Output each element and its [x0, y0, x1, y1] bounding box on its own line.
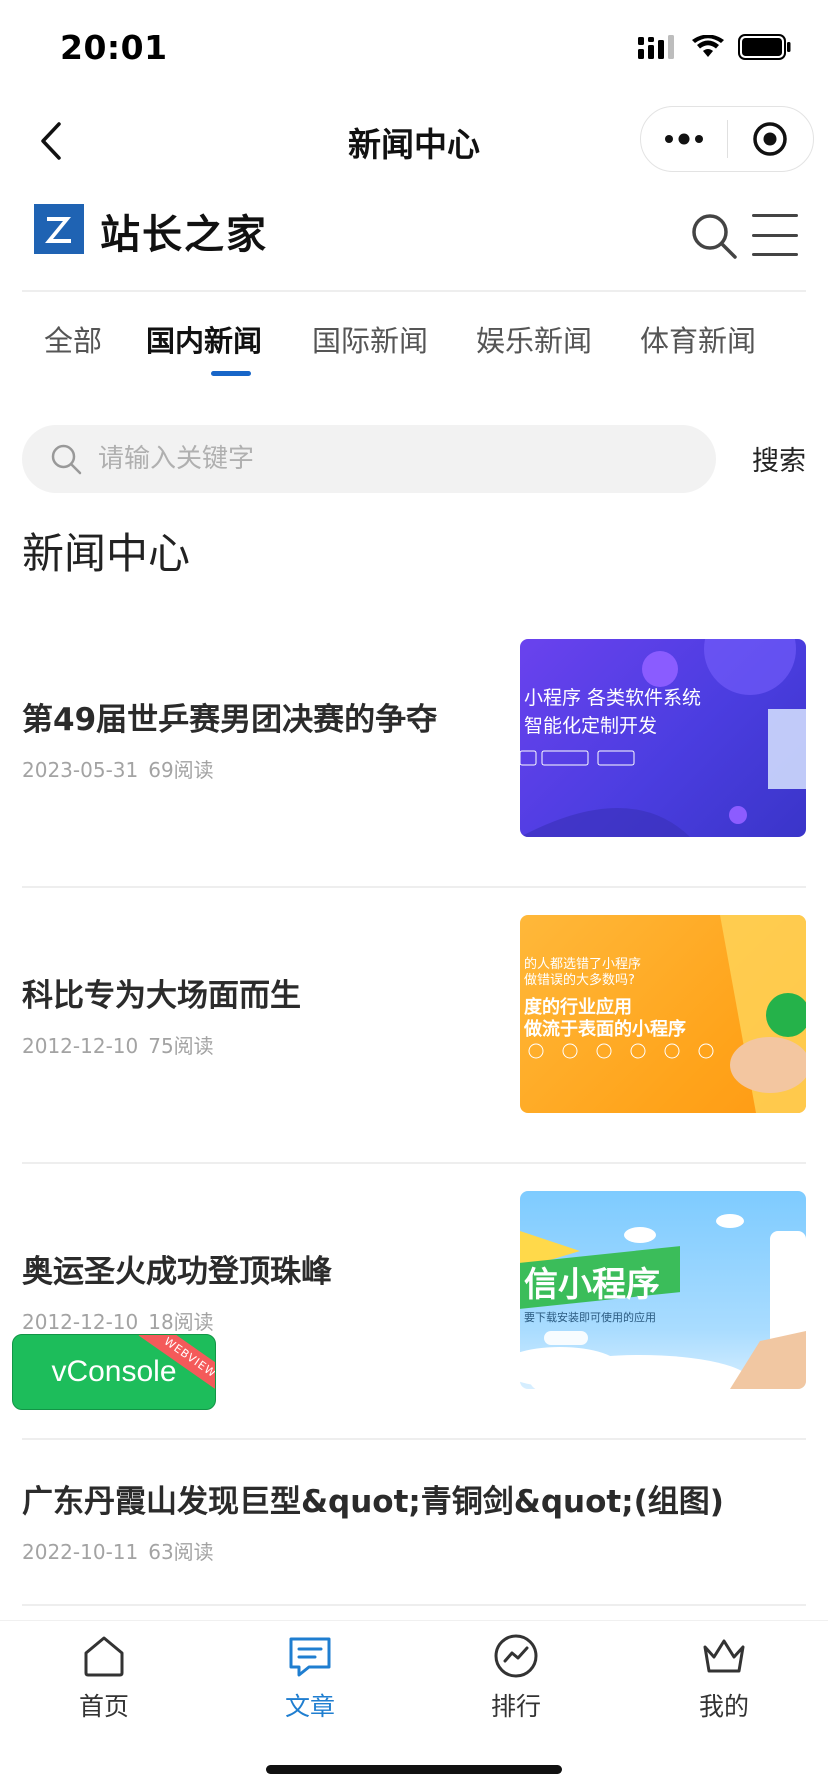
site-logo-icon[interactable] [34, 204, 84, 254]
mini-program-capsule [640, 106, 814, 172]
site-logo-text[interactable]: 站长之家 [100, 202, 268, 260]
news-meta: 2023-05-31 69阅读 [22, 754, 214, 783]
status-bar: 20:01 [0, 0, 828, 100]
thumbnail-text: 小程序 各类软件系统 [524, 687, 702, 709]
tabbar-article[interactable]: 文章 [250, 1631, 370, 1731]
category-tabs: 全部 国内新闻 国际新闻 娱乐新闻 体育新闻 [22, 312, 806, 382]
news-thumbnail[interactable]: 小程序 各类软件系统 智能化定制开发 [520, 639, 806, 837]
menu-line [752, 233, 798, 237]
tabbar-ranking[interactable]: 排行 [456, 1631, 576, 1731]
news-title[interactable]: 奥运圣火成功登顶珠峰 [22, 1246, 332, 1291]
search-row: 搜索 [22, 425, 806, 495]
signal-icon [638, 35, 674, 59]
battery-icon [738, 34, 791, 60]
thumbnail-text: 要下载安装即可使用的应用 [524, 1311, 656, 1324]
news-item[interactable]: 广东丹霞山发现巨型&quot;青铜剑&quot;(组图) 2022-10-11 6… [22, 1440, 806, 1606]
crown-icon [703, 1639, 745, 1673]
news-date: 2012-12-10 [22, 1310, 139, 1334]
wifi-icon [692, 35, 724, 57]
news-item[interactable]: 科比专为大场面而生 2012-12-10 75阅读 的人都选错了小程序 做错误的大… [22, 888, 806, 1164]
ranking-icon [494, 1634, 538, 1678]
more-button[interactable] [641, 107, 727, 171]
news-thumbnail[interactable]: 信小程序 要下载安装即可使用的应用 [520, 1191, 806, 1389]
news-meta: 2022-10-11 63阅读 [22, 1536, 214, 1565]
search-box [22, 425, 716, 493]
tab-all[interactable]: 全部 [44, 318, 102, 360]
menu-icon[interactable] [752, 214, 798, 256]
news-title[interactable]: 广东丹霞山发现巨型&quot;青铜剑&quot;(组图) [22, 1476, 724, 1521]
header-search-button[interactable] [690, 212, 738, 260]
thumbnail-text: 信小程序 [524, 1265, 660, 1305]
search-input[interactable] [98, 444, 658, 474]
news-date: 2022-10-11 [22, 1540, 139, 1564]
search-button[interactable]: 搜索 [752, 439, 806, 478]
tabbar-label: 首页 [78, 1692, 129, 1721]
news-meta: 2012-12-10 18阅读 [22, 1306, 214, 1335]
tabbar-label: 文章 [284, 1692, 335, 1721]
tab-entertainment-news[interactable]: 娱乐新闻 [476, 318, 592, 360]
logo-z-icon [45, 217, 71, 243]
news-item[interactable]: 第49届世乒赛男团决赛的争夺 2023-05-31 69阅读 小程序 各类软件系统… [22, 612, 806, 888]
news-reads: 69阅读 [148, 758, 214, 782]
tabbar-home[interactable]: 首页 [44, 1631, 164, 1731]
thumbnail-decoration [520, 639, 806, 837]
news-title[interactable]: 第49届世乒赛男团决赛的争夺 [22, 694, 437, 739]
tabbar-label: 排行 [490, 1692, 541, 1721]
thumbnail-text: 做错误的大多数吗? [524, 973, 635, 988]
thumbnail-text: 做流于表面的小程序 [524, 1019, 686, 1040]
news-thumbnail[interactable]: 的人都选错了小程序 做错误的大多数吗? 度的行业应用 做流于表面的小程序 [520, 915, 806, 1113]
news-reads: 63阅读 [148, 1540, 214, 1564]
tabbar-mine[interactable]: 我的 [664, 1631, 784, 1731]
section-title: 新闻中心 [22, 529, 191, 578]
vconsole-label: vConsole [51, 1355, 177, 1388]
news-date: 2023-05-31 [22, 758, 139, 782]
more-dots-icon [664, 133, 703, 145]
news-date: 2012-12-10 [22, 1034, 139, 1058]
article-icon [289, 1637, 331, 1677]
home-indicator [266, 1765, 562, 1774]
tabbar-label: 我的 [698, 1692, 749, 1721]
news-reads: 18阅读 [148, 1310, 214, 1334]
tab-domestic-news[interactable]: 国内新闻 [146, 318, 262, 360]
menu-line [752, 214, 798, 217]
menu-line [752, 253, 798, 256]
status-time: 20:01 [60, 28, 168, 67]
navigation-bar: 新闻中心 [0, 100, 828, 182]
news-meta: 2012-12-10 75阅读 [22, 1030, 214, 1059]
search-icon [51, 444, 82, 475]
search-icon [692, 214, 737, 259]
home-icon [84, 1636, 124, 1677]
thumbnail-text: 智能化定制开发 [524, 715, 658, 737]
active-tab-indicator [211, 371, 251, 376]
close-miniprogram-button[interactable] [728, 107, 814, 171]
tab-international-news[interactable]: 国际新闻 [312, 318, 428, 360]
news-list: 第49届世乒赛男团决赛的争夺 2023-05-31 69阅读 小程序 各类软件系统… [22, 612, 806, 1606]
news-reads: 75阅读 [148, 1034, 214, 1058]
site-header: 站长之家 [22, 196, 806, 292]
news-title[interactable]: 科比专为大场面而生 [22, 970, 301, 1015]
target-icon [753, 122, 787, 156]
vconsole-button[interactable]: vConsole WEBVIEW [12, 1334, 216, 1410]
status-icons [638, 34, 792, 60]
tab-sports-news[interactable]: 体育新闻 [640, 318, 756, 360]
